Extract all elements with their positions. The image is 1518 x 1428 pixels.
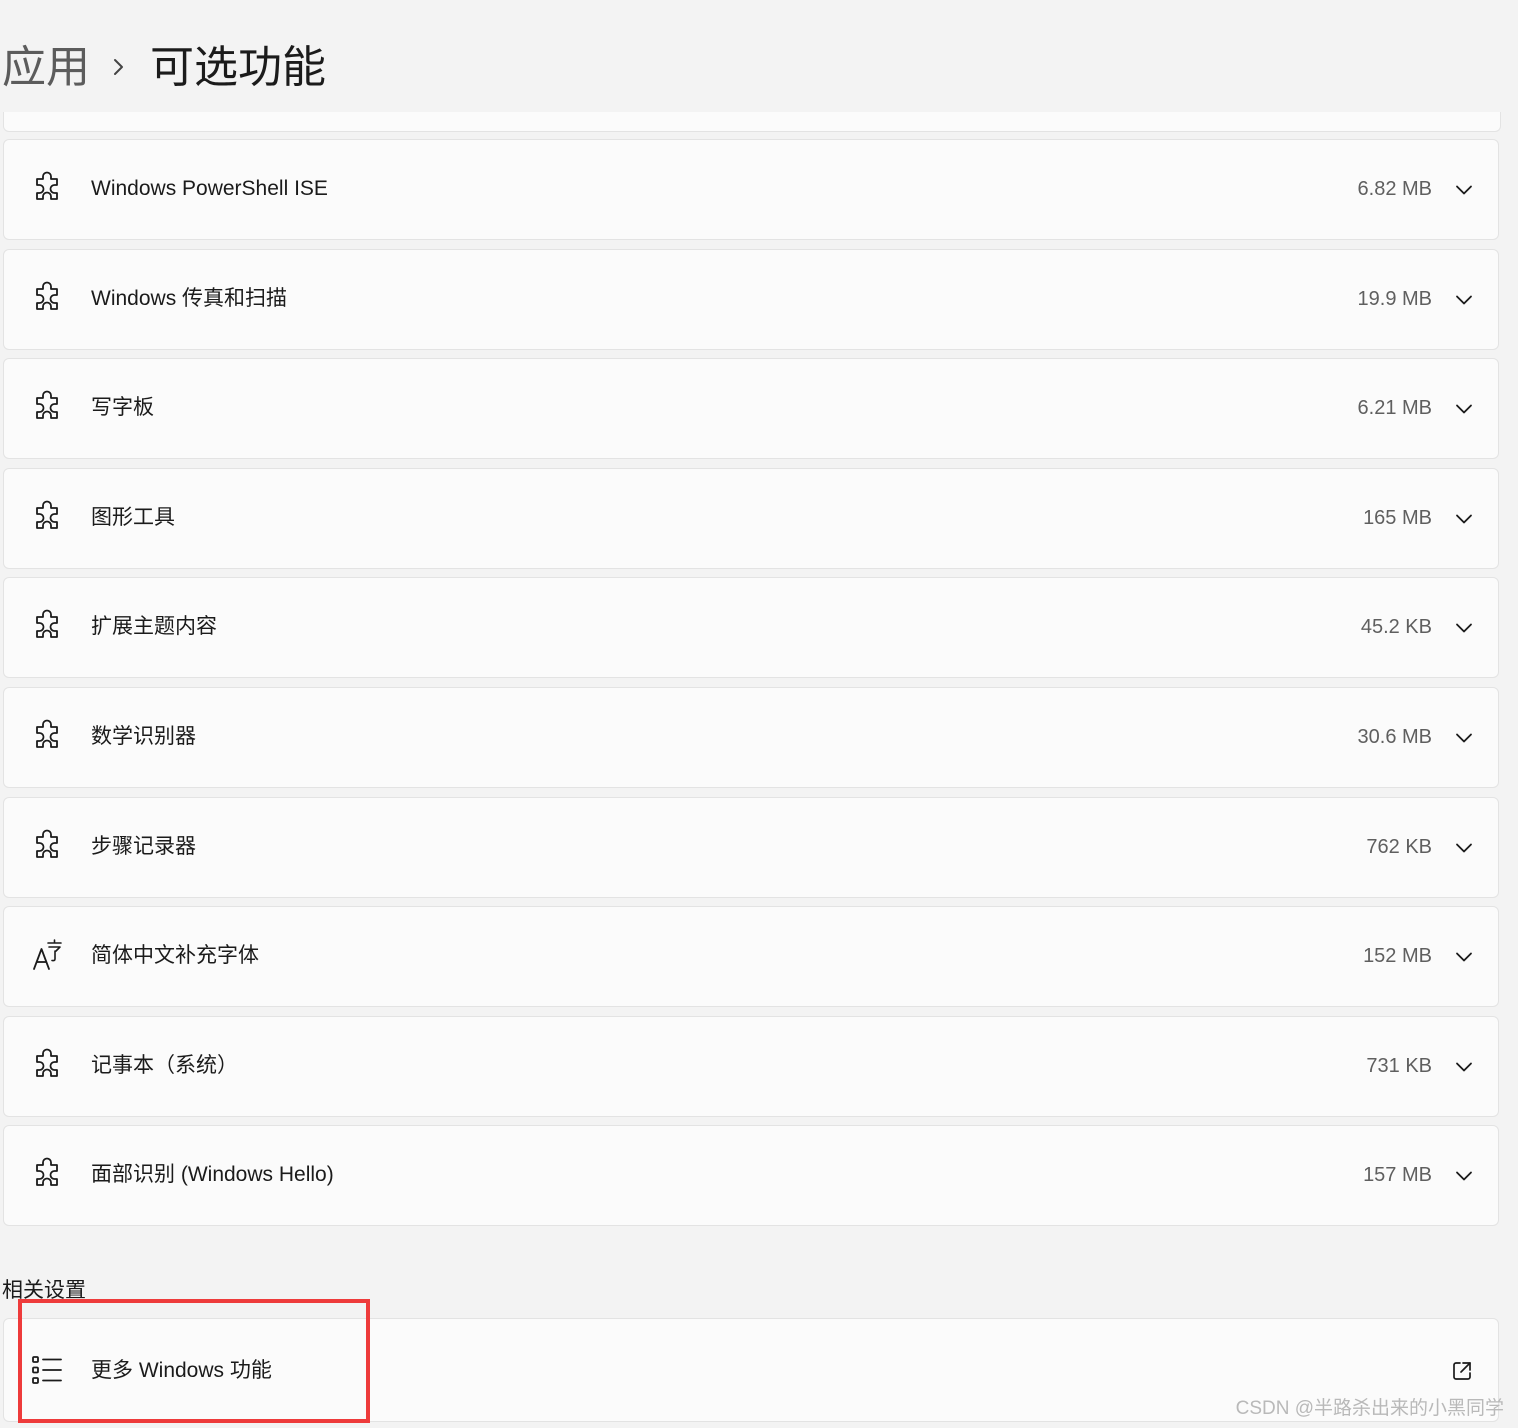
- feature-card[interactable]: 数学识别器 30.6 MB: [3, 687, 1499, 788]
- chevron-down-icon[interactable]: [1454, 618, 1474, 638]
- list-icon: [32, 1356, 62, 1384]
- feature-card[interactable]: Windows PowerShell ISE 6.82 MB: [3, 139, 1499, 240]
- feature-size: 165 MB: [1363, 507, 1432, 529]
- feature-size: 45.2 KB: [1360, 616, 1432, 638]
- chevron-down-icon[interactable]: [1454, 947, 1474, 967]
- feature-name: 面部识别 (Windows Hello): [91, 1163, 334, 1186]
- feature-card[interactable]: 记事本（系统） 731 KB: [3, 1016, 1499, 1117]
- related-settings-title: 相关设置: [2, 1279, 86, 1302]
- open-external-icon: [1453, 1362, 1471, 1380]
- feature-name: 图形工具: [91, 506, 175, 529]
- font-icon: [30, 938, 64, 972]
- puzzle-icon: [30, 281, 64, 315]
- feature-size: 19.9 MB: [1357, 288, 1432, 310]
- puzzle-icon: [30, 1157, 64, 1191]
- feature-name: Windows 传真和扫描: [91, 287, 288, 310]
- partial-feature-card: [3, 112, 1501, 132]
- chevron-down-icon[interactable]: [1454, 180, 1474, 200]
- more-windows-features-label: 更多 Windows 功能: [91, 1359, 272, 1382]
- feature-size: 152 MB: [1363, 945, 1432, 967]
- feature-size: 6.21 MB: [1357, 397, 1432, 419]
- chevron-down-icon[interactable]: [1454, 838, 1474, 858]
- feature-name: 步骤记录器: [91, 835, 196, 858]
- puzzle-icon: [30, 829, 64, 863]
- feature-card[interactable]: 简体中文补充字体 152 MB: [3, 906, 1499, 1007]
- chevron-down-icon[interactable]: [1454, 1166, 1474, 1186]
- puzzle-icon: [30, 500, 64, 534]
- puzzle-icon: [30, 390, 64, 424]
- page-title: 可选功能: [150, 43, 326, 92]
- chevron-down-icon[interactable]: [1454, 399, 1474, 419]
- feature-name: 扩展主题内容: [91, 615, 217, 638]
- feature-card[interactable]: 步骤记录器 762 KB: [3, 797, 1499, 898]
- chevron-down-icon[interactable]: [1454, 728, 1474, 748]
- feature-size: 157 MB: [1363, 1164, 1432, 1186]
- feature-size: 731 KB: [1366, 1055, 1432, 1077]
- feature-card[interactable]: 图形工具 165 MB: [3, 468, 1499, 569]
- chevron-down-icon[interactable]: [1454, 290, 1474, 310]
- feature-size: 6.82 MB: [1357, 178, 1432, 200]
- feature-card[interactable]: 写字板 6.21 MB: [3, 358, 1499, 459]
- breadcrumb-chevron-icon: [114, 59, 123, 75]
- feature-size: 30.6 MB: [1357, 726, 1432, 748]
- puzzle-icon: [30, 609, 64, 643]
- chevron-down-icon[interactable]: [1454, 509, 1474, 529]
- chevron-down-icon[interactable]: [1454, 1057, 1474, 1077]
- feature-name: 数学识别器: [91, 725, 196, 748]
- feature-card[interactable]: Windows 传真和扫描 19.9 MB: [3, 249, 1499, 350]
- feature-card[interactable]: 扩展主题内容 45.2 KB: [3, 577, 1499, 678]
- feature-name: 写字板: [91, 396, 154, 419]
- breadcrumb-parent[interactable]: 应用: [2, 38, 90, 98]
- feature-name: Windows PowerShell ISE: [91, 177, 328, 200]
- feature-name: 简体中文补充字体: [91, 944, 259, 967]
- puzzle-icon: [30, 719, 64, 753]
- feature-size: 762 KB: [1366, 836, 1432, 858]
- puzzle-icon: [30, 1048, 64, 1082]
- watermark: CSDN @半路杀出来的小黑同学: [1235, 1398, 1504, 1419]
- page-header: 应用 可选功能: [0, 0, 1518, 113]
- feature-card[interactable]: 面部识别 (Windows Hello) 157 MB: [3, 1125, 1499, 1226]
- puzzle-icon: [30, 171, 64, 205]
- feature-name: 记事本（系统）: [91, 1054, 238, 1077]
